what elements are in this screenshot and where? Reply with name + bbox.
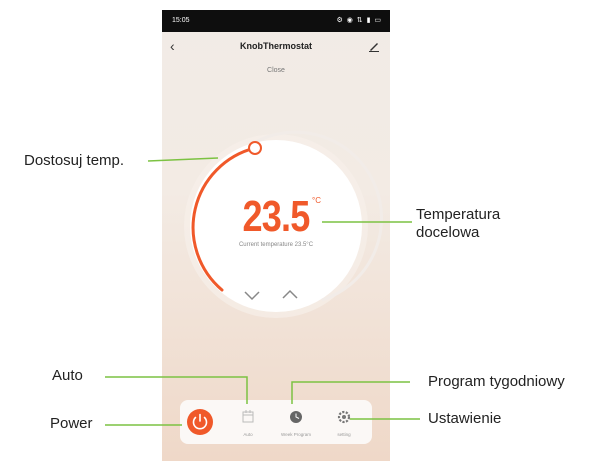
line-auto [105, 376, 248, 404]
annotation-set-temp: Dostosuj temp. [24, 152, 125, 169]
line-week-program [291, 381, 410, 404]
annotation-auto: Auto [52, 367, 83, 384]
annotation-settings: Ustawienie [428, 410, 502, 427]
annotation-lines [105, 157, 420, 426]
line-set-temp [147, 157, 219, 162]
annotation-weekly-program: Program tygodniowy [428, 373, 565, 390]
annotation-target-temp-line1: Temperatura [416, 206, 501, 223]
annotation-power: Power [50, 415, 93, 432]
annotation-target-temp-line2: docelowa [416, 224, 480, 241]
